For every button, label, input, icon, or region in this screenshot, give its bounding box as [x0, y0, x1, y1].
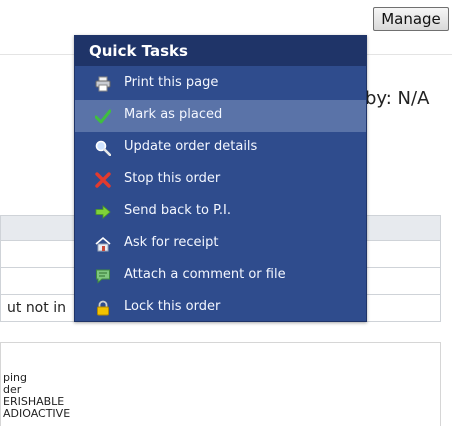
menu-item-label: Ask for receipt — [124, 235, 219, 250]
menu-item-label: Attach a comment or file — [124, 267, 286, 282]
padlock-icon — [95, 300, 111, 316]
menu-item-attach-comment[interactable]: Attach a comment or file — [75, 260, 366, 292]
printer-icon — [95, 76, 111, 92]
menu-item-label: Update order details — [124, 139, 258, 154]
details-text: ping der ERISHABLE ADIOACTIVE — [3, 372, 70, 420]
menu-item-print-page[interactable]: Print this page — [75, 68, 366, 100]
table-cell: ut not in — [7, 300, 66, 316]
menu-item-send-back[interactable]: Send back to P.I. — [75, 196, 366, 228]
comment-icon — [95, 268, 111, 284]
menu-item-ask-for-receipt[interactable]: Ask for receipt — [75, 228, 366, 260]
manage-button[interactable]: Manage — [373, 7, 449, 31]
menu-item-label: Print this page — [124, 75, 219, 90]
magnifier-icon — [95, 140, 111, 156]
menu-item-label: Stop this order — [124, 171, 221, 186]
order-details-box: ping der ERISHABLE ADIOACTIVE — [0, 342, 441, 426]
menu-item-label: Mark as placed — [124, 107, 223, 122]
green-arrow-icon — [95, 204, 111, 220]
menu-item-mark-as-placed[interactable]: Mark as placed — [75, 100, 366, 132]
assigned-by-text: by: N/A — [365, 88, 430, 109]
checkmark-icon — [95, 108, 111, 124]
house-icon — [95, 236, 111, 252]
menu-item-label: Send back to P.I. — [124, 203, 231, 218]
menu-item-lock-order[interactable]: Lock this order — [75, 292, 366, 324]
menu-item-update-order-details[interactable]: Update order details — [75, 132, 366, 164]
details-line: ADIOACTIVE — [3, 407, 71, 420]
menu-item-label: Lock this order — [124, 299, 221, 314]
red-x-icon — [95, 172, 111, 188]
quick-tasks-menu: Quick Tasks Print this page Mark as plac… — [74, 35, 367, 322]
menu-item-stop-order[interactable]: Stop this order — [75, 164, 366, 196]
quick-tasks-title: Quick Tasks — [75, 36, 366, 66]
